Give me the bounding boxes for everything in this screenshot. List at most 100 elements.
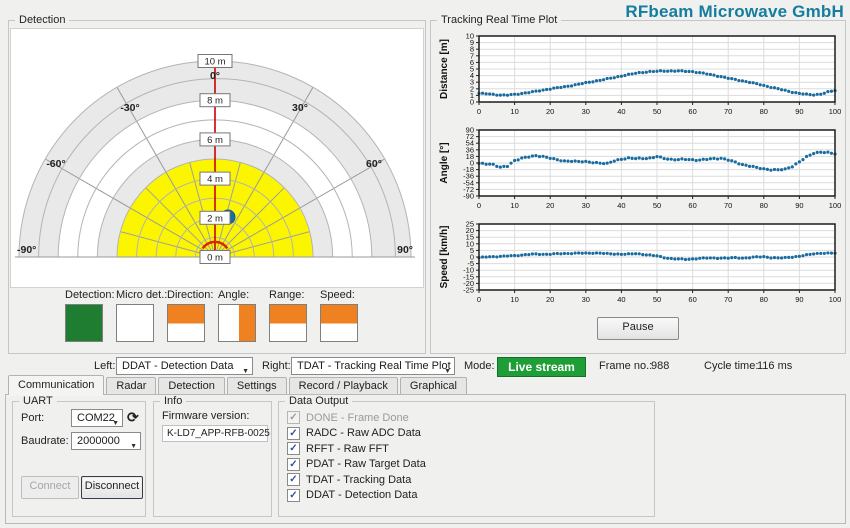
port-label: Port: — [21, 412, 45, 424]
tab-communication[interactable]: Communication — [8, 375, 105, 395]
checkbox: ✓ — [287, 411, 300, 425]
data-output-group: Data Output ✓ DONE - Frame Done ✓ RADC - Ra… — [278, 395, 655, 517]
checkbox-row-ddat: ✓ DDAT - Detection Data — [287, 488, 654, 504]
svg-text:Angle [°]: Angle [°] — [439, 142, 450, 183]
indicator-swatch — [167, 304, 205, 342]
angle-chart: 90725436180-18-36-54-72-900 10 20 30 40 50 60 7… — [439, 126, 841, 211]
svg-text:-90°: -90° — [17, 244, 36, 256]
mode-badge: Live stream — [497, 357, 586, 377]
indicator-row: Detection: Micro det.: Direction: Angle: Ran… — [65, 289, 371, 342]
chevron-down-icon: ▼ — [242, 368, 249, 375]
indicator-swatch — [116, 304, 154, 342]
svg-text:60: 60 — [688, 201, 696, 210]
svg-text:40: 40 — [617, 295, 625, 304]
svg-text:30°: 30° — [292, 102, 308, 114]
refresh-ports-icon[interactable]: ⟳ — [127, 409, 139, 425]
pause-button[interactable]: Pause — [597, 317, 679, 340]
connect-button[interactable]: Connect — [21, 476, 79, 499]
indicator-micro-det: Micro det.: — [116, 289, 168, 342]
svg-text:90: 90 — [795, 107, 803, 116]
svg-text:Distance [m]: Distance [m] — [439, 39, 450, 99]
checkbox-row-rfft: ✓ RFFT - Raw FFT — [287, 441, 654, 457]
uart-group-title: UART — [19, 395, 57, 407]
baudrate-select[interactable]: 2000000 ▼ — [71, 432, 141, 450]
tab-detection[interactable]: Detection — [158, 377, 225, 395]
indicator-label: Detection: — [65, 289, 115, 301]
svg-text:4 m: 4 m — [207, 174, 223, 185]
firmware-label: Firmware version: — [162, 410, 250, 422]
svg-text:50: 50 — [653, 201, 661, 210]
svg-text:0 m: 0 m — [207, 253, 223, 264]
checkbox-label: RFFT - Raw FFT — [306, 442, 389, 455]
svg-text:-25: -25 — [463, 286, 474, 295]
svg-text:-60°: -60° — [46, 158, 65, 170]
svg-text:60°: 60° — [366, 158, 382, 170]
svg-text:70: 70 — [724, 107, 732, 116]
tracking-panel: Tracking Real Time Plot 10 9 8 7 6 5 4 3 2 1 0 0 10 2… — [430, 14, 846, 354]
checkbox-label: TDAT - Tracking Data — [306, 473, 412, 486]
svg-text:10: 10 — [510, 201, 518, 210]
uart-group: UART Port: COM22 ▼ ⟳ Baudrate: 2000000 ▼… — [12, 395, 146, 517]
left-plot-select[interactable]: DDAT - Detection Data ▼ — [116, 357, 253, 375]
svg-text:80: 80 — [760, 295, 768, 304]
tab-graphical[interactable]: Graphical — [399, 377, 467, 395]
tab-radar[interactable]: Radar — [106, 377, 157, 395]
port-select[interactable]: COM22 ▼ — [71, 409, 123, 427]
polar-plot: 0 m 2 m 4 m 6 m 8 m 10 m 0° -30° 30° -60… — [10, 28, 424, 288]
chevron-down-icon: ▼ — [112, 420, 119, 427]
data-output-group-title: Data Output — [285, 395, 353, 407]
checkbox-row-radc: ✓ RADC - Raw ADC Data — [287, 426, 654, 442]
checkbox-label: DONE - Frame Done — [306, 411, 409, 424]
checkbox[interactable]: ✓ — [287, 426, 300, 440]
indicator-swatch — [320, 304, 358, 342]
checkbox[interactable]: ✓ — [287, 473, 300, 487]
checkbox[interactable]: ✓ — [287, 457, 300, 471]
svg-text:6 m: 6 m — [207, 135, 223, 146]
indicator-angle: Angle: — [218, 289, 256, 342]
frame-value: 988 — [651, 360, 670, 372]
tracking-panel-title: Tracking Real Time Plot — [437, 14, 562, 26]
svg-text:0°: 0° — [210, 70, 220, 82]
indicator-label: Angle: — [218, 289, 250, 301]
svg-text:10: 10 — [510, 295, 518, 304]
svg-text:10: 10 — [510, 107, 518, 116]
indicator-label: Direction: — [167, 289, 214, 301]
speed-chart: 2520151050-5-10-15-20-250 10 20 30 40 50 60 70 8… — [439, 220, 841, 305]
svg-text:8 m: 8 m — [207, 96, 223, 107]
svg-text:-90: -90 — [463, 192, 474, 201]
svg-text:30: 30 — [582, 107, 590, 116]
svg-text:20: 20 — [546, 295, 554, 304]
svg-text:70: 70 — [724, 201, 732, 210]
baudrate-label: Baudrate: — [21, 435, 69, 447]
svg-text:2 m: 2 m — [207, 213, 223, 224]
left-plot-label: Left: — [94, 360, 116, 372]
distance-chart: 1098765432100 10 20 30 40 50 60 70 80 90 100Distan… — [439, 32, 841, 117]
right-plot-select[interactable]: TDAT - Tracking Real Time Plot ▼ — [291, 357, 455, 375]
checkbox[interactable]: ✓ — [287, 488, 300, 502]
checkbox[interactable]: ✓ — [287, 442, 300, 456]
svg-text:0: 0 — [477, 107, 481, 116]
tab-record-playback[interactable]: Record / Playback — [288, 377, 398, 395]
svg-text:50: 50 — [653, 107, 661, 116]
detection-panel-title: Detection — [15, 14, 70, 26]
tab-settings[interactable]: Settings — [226, 377, 287, 395]
chevron-down-icon: ▼ — [444, 368, 451, 375]
svg-text:30: 30 — [582, 201, 590, 210]
tab-strip: Communication Radar Detection Settings Recor… — [8, 375, 469, 395]
checkbox-row-done: ✓ DONE - Frame Done — [287, 410, 654, 426]
checkbox-label: DDAT - Detection Data — [306, 489, 418, 502]
data-output-list: ✓ DONE - Frame Done ✓ RADC - Raw ADC Data ✓ R… — [279, 402, 654, 503]
chevron-down-icon: ▼ — [130, 443, 137, 450]
disconnect-button[interactable]: Disconnect — [81, 476, 143, 499]
cycle-value: 116 ms — [757, 360, 793, 372]
svg-text:0: 0 — [477, 201, 481, 210]
indicator-swatch — [269, 304, 307, 342]
indicator-swatch — [65, 304, 103, 342]
indicator-label: Speed: — [320, 289, 355, 301]
firmware-field: K-LD7_APP-RFB-0025 — [162, 425, 270, 442]
svg-text:10 m: 10 m — [204, 57, 225, 68]
indicator-label: Micro det.: — [116, 289, 168, 301]
svg-text:80: 80 — [760, 201, 768, 210]
detection-panel: Detection 0 m 2 m 4 m 6 m 8 m 10 m 0° -3… — [8, 14, 426, 354]
frame-label: Frame no.: — [599, 360, 653, 372]
